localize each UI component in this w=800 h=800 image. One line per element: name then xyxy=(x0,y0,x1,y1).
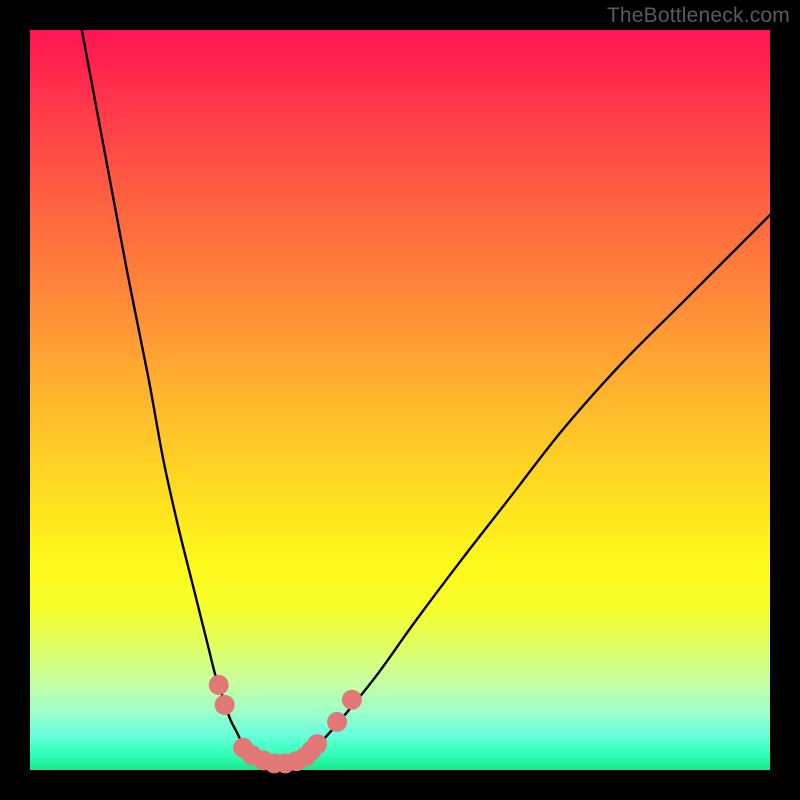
valley-marker xyxy=(342,690,362,710)
curve-layer xyxy=(30,30,770,770)
bottleneck-curve xyxy=(82,30,770,764)
valley-marker xyxy=(307,734,327,754)
chart-frame: TheBottleneck.com xyxy=(0,0,800,800)
valley-marker xyxy=(209,675,229,695)
valley-marker xyxy=(215,695,235,715)
plot-area xyxy=(30,30,770,770)
watermark-text: TheBottleneck.com xyxy=(607,4,790,28)
valley-marker xyxy=(327,712,347,732)
